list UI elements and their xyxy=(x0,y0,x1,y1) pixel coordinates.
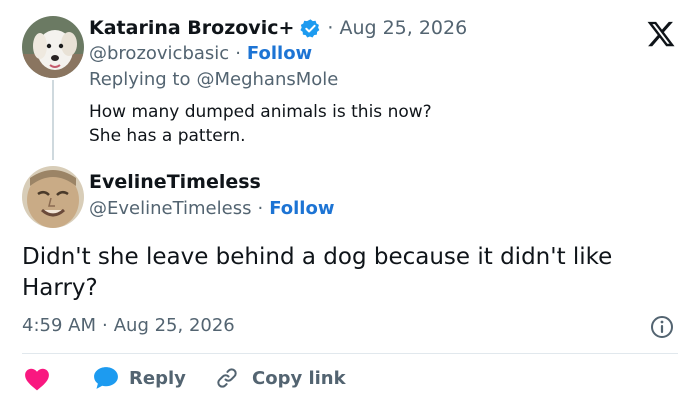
verified-badge-icon xyxy=(300,18,321,39)
dot-separator: · xyxy=(327,17,334,39)
link-icon xyxy=(217,368,237,388)
parent-author-handle[interactable]: @brozovicbasic xyxy=(89,42,229,66)
parent-handle-row: @brozovicbasic · Follow xyxy=(89,42,312,66)
thread-connector-line xyxy=(52,80,54,160)
replying-to-handle-link[interactable]: @MeghansMole xyxy=(196,68,338,92)
parent-follow-button[interactable]: Follow xyxy=(247,42,312,66)
main-author-avatar[interactable] xyxy=(22,166,84,228)
parent-author-avatar[interactable] xyxy=(22,16,84,78)
tweet-date[interactable]: Aug 25, 2026 xyxy=(114,314,235,338)
tweet-timestamp-row: 4:59 AM · Aug 25, 2026 xyxy=(22,314,235,338)
parent-tweet-text-line: How many dumped animals is this now? xyxy=(89,102,432,122)
dot-separator: · xyxy=(102,315,108,336)
actions-divider xyxy=(22,353,678,354)
parent-tweet-date[interactable]: Aug 25, 2026 xyxy=(339,17,467,39)
main-tweet-text-line: Harry? xyxy=(22,275,98,301)
replying-to-row: Replying to @MeghansMole xyxy=(89,68,338,92)
reply-button[interactable]: Reply xyxy=(93,366,186,390)
main-tweet-text-line: Didn't she leave behind a dog because it… xyxy=(22,244,613,270)
dog-avatar-image xyxy=(22,16,84,78)
speech-bubble-icon xyxy=(94,367,118,389)
parent-author-name[interactable]: Katarina Brozovic+ xyxy=(89,16,294,40)
like-button[interactable] xyxy=(24,367,50,391)
main-author-handle[interactable]: @EvelineTimeless xyxy=(89,197,251,221)
dot-separator: · xyxy=(257,198,264,219)
parent-tweet-text: How many dumped animals is this now? She… xyxy=(89,100,432,148)
dot-separator: · xyxy=(235,43,241,64)
copy-link-label: Copy link xyxy=(252,367,346,389)
parent-tweet-header: Katarina Brozovic+ · Aug 25, 2026 xyxy=(89,16,467,40)
parent-tweet-text-line: She has a pattern. xyxy=(89,126,246,146)
info-icon[interactable] xyxy=(650,315,674,339)
main-author-name[interactable]: EvelineTimeless xyxy=(89,170,261,194)
reply-label: Reply xyxy=(129,367,186,389)
x-logo-icon[interactable] xyxy=(646,19,676,49)
replying-to-label: Replying to xyxy=(89,69,191,90)
heart-icon xyxy=(25,368,49,391)
face-avatar-image xyxy=(22,166,84,228)
main-handle-row: @EvelineTimeless · Follow xyxy=(89,197,334,221)
copy-link-button[interactable]: Copy link xyxy=(214,366,346,390)
main-follow-button[interactable]: Follow xyxy=(269,197,334,221)
tweet-time[interactable]: 4:59 AM xyxy=(22,314,96,338)
main-tweet-text: Didn't she leave behind a dog because it… xyxy=(22,242,612,304)
